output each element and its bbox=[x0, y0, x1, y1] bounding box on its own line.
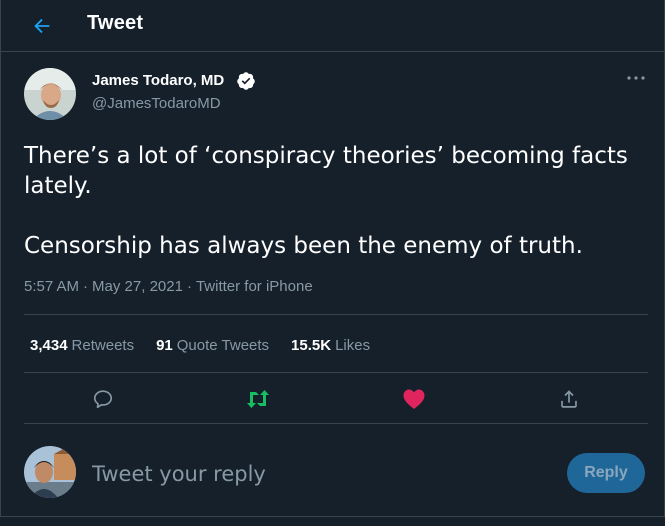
tweet-actions bbox=[24, 380, 648, 418]
likes-stat[interactable]: 15.5K Likes bbox=[291, 337, 370, 354]
more-options-button[interactable] bbox=[624, 70, 648, 86]
reply-button[interactable] bbox=[90, 386, 116, 412]
tweet-paragraph: Censorship has always been the enemy of … bbox=[24, 233, 583, 259]
quote-tweets-stat[interactable]: 91 Quote Tweets bbox=[156, 337, 269, 354]
retweet-button[interactable] bbox=[245, 386, 271, 412]
current-user-avatar[interactable] bbox=[24, 446, 76, 498]
author-avatar[interactable] bbox=[24, 68, 76, 120]
retweet-icon bbox=[247, 390, 269, 408]
share-button[interactable] bbox=[556, 386, 582, 412]
share-icon bbox=[561, 390, 577, 408]
tweet-stats: 3,434 Retweets 91 Quote Tweets 15.5K Likes bbox=[30, 337, 370, 354]
tweet-time[interactable]: 5:57 AM bbox=[24, 278, 79, 295]
tweet-date[interactable]: May 27, 2021 bbox=[92, 278, 183, 295]
tweet-meta: 5:57 AM · May 27, 2021 · Twitter for iPhone bbox=[24, 278, 313, 295]
author-handle[interactable]: @JamesTodaroMD bbox=[92, 95, 221, 112]
divider bbox=[24, 372, 648, 373]
tweet-source[interactable]: Twitter for iPhone bbox=[196, 278, 313, 295]
bottom-divider bbox=[0, 516, 665, 526]
author-name[interactable]: James Todaro, MD bbox=[92, 72, 224, 89]
divider bbox=[24, 314, 648, 315]
reply-submit-button[interactable]: Reply bbox=[567, 453, 645, 493]
tweet-paragraph: There’s a lot of ‘conspiracy theories’ b… bbox=[24, 143, 628, 199]
verified-badge-icon bbox=[237, 72, 255, 90]
page-title: Tweet bbox=[87, 12, 144, 34]
reply-input[interactable] bbox=[92, 458, 532, 490]
page-header: Tweet bbox=[0, 0, 665, 52]
retweets-stat[interactable]: 3,434 Retweets bbox=[30, 337, 134, 354]
like-button[interactable] bbox=[401, 386, 427, 412]
heart-icon bbox=[403, 389, 425, 409]
more-dots-icon bbox=[627, 76, 645, 80]
tweet-text: There’s a lot of ‘conspiracy theories’ b… bbox=[24, 141, 634, 261]
reply-icon bbox=[93, 390, 113, 409]
divider bbox=[24, 423, 648, 424]
back-button[interactable] bbox=[26, 10, 58, 42]
arrow-left-icon bbox=[34, 18, 50, 34]
